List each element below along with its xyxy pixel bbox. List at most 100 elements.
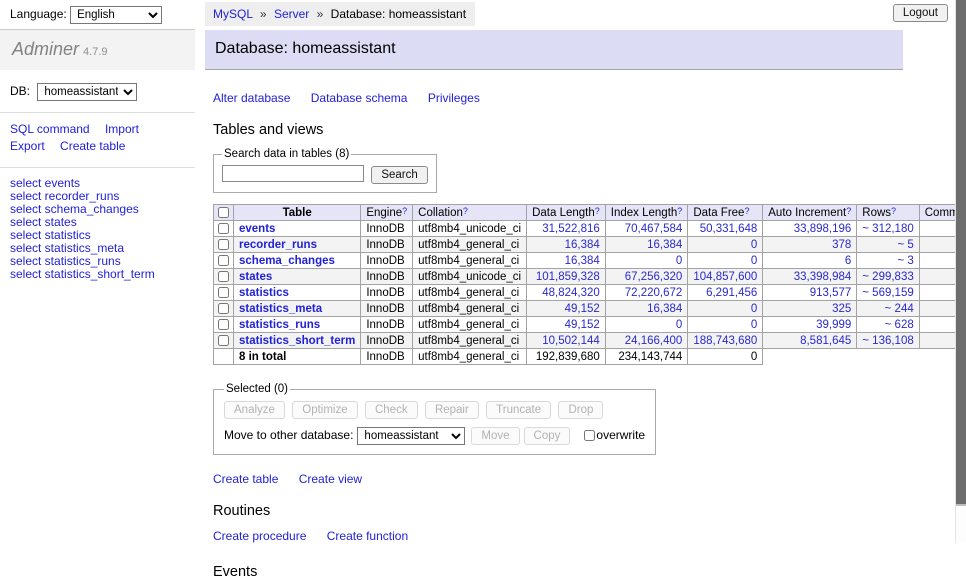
analyze-button[interactable]: Analyze (224, 401, 285, 419)
sidebar-item-select-schema-changes[interactable]: select schema_changes (10, 203, 185, 216)
data-length-help-icon[interactable]: ? (595, 206, 600, 216)
create-procedure-link[interactable]: Create procedure (213, 529, 306, 543)
sidebar-link-sql-command[interactable]: SQL command (10, 122, 90, 136)
row-checkbox[interactable] (218, 303, 229, 314)
alter-database-link[interactable]: Alter database (213, 91, 290, 105)
table-link[interactable]: states (239, 271, 272, 283)
language-select[interactable]: English (70, 6, 162, 24)
sidebar-actions: SQL command Import Export Create table (0, 113, 195, 168)
sidebar-item-select-statistics[interactable]: select statistics (10, 229, 185, 242)
sidebar-item-select-recorder-runs[interactable]: select recorder_runs (10, 190, 185, 203)
cell-collation: utf8mb4_general_ci (413, 253, 527, 269)
table-link[interactable]: schema_changes (239, 255, 335, 267)
sidebar: Language: English Adminer4.7.9 DB: homea… (0, 0, 195, 281)
cell-auto-increment: 325 (763, 301, 857, 317)
col-header-engine: Engine? (361, 205, 413, 221)
check-button[interactable]: Check (365, 401, 418, 419)
total-label: 8 in total (234, 349, 361, 365)
row-checkbox[interactable] (218, 255, 229, 266)
move-database-select[interactable]: homeassistant (357, 427, 465, 445)
language-label: Language: (10, 7, 67, 21)
rows-help-icon[interactable]: ? (891, 206, 896, 216)
row-checkbox[interactable] (218, 319, 229, 330)
selected-fieldset: Selected (0) Analyze Optimize Check Repa… (213, 383, 656, 455)
engine-help-icon[interactable]: ? (402, 206, 407, 216)
auto-increment-help-icon[interactable]: ? (846, 206, 851, 216)
collation-help-icon[interactable]: ? (463, 206, 468, 216)
total-engine: InnoDB (361, 349, 413, 365)
row-checkbox[interactable] (218, 335, 229, 346)
cell-index-length: 0 (605, 317, 688, 333)
sidebar-link-create-table[interactable]: Create table (60, 139, 125, 153)
search-input[interactable] (222, 165, 364, 182)
routine-links: Create procedure Create function (213, 529, 903, 543)
breadcrumb-server-link[interactable]: Server (274, 7, 309, 21)
table-link[interactable]: statistics_meta (239, 303, 322, 315)
cell-rows: ~ 244 (857, 301, 919, 317)
table-link[interactable]: recorder_runs (239, 239, 317, 251)
sidebar-link-export[interactable]: Export (10, 139, 45, 153)
table-link[interactable]: statistics (239, 287, 289, 299)
copy-button[interactable]: Copy (524, 427, 571, 445)
cell-collation: utf8mb4_unicode_ci (413, 269, 527, 285)
drop-button[interactable]: Drop (558, 401, 603, 419)
select-all-checkbox[interactable] (218, 207, 229, 218)
privileges-link[interactable]: Privileges (428, 91, 480, 105)
create-table-link[interactable]: Create table (213, 472, 278, 486)
col-header-table: Table (234, 205, 361, 221)
cell-data-length: 16,384 (527, 237, 606, 253)
cell-rows: ~ 136,108 (857, 333, 919, 349)
create-function-link[interactable]: Create function (327, 529, 408, 543)
table-link[interactable]: events (239, 223, 275, 235)
breadcrumb-separator: » (260, 7, 267, 21)
col-header-index-length: Index Length? (605, 205, 688, 221)
breadcrumb-current: Database: homeassistant (331, 7, 466, 21)
row-checkbox[interactable] (218, 287, 229, 298)
create-view-link[interactable]: Create view (299, 472, 362, 486)
index-length-help-icon[interactable]: ? (677, 206, 682, 216)
breadcrumb-mysql-link[interactable]: MySQL (213, 7, 253, 21)
row-checkbox[interactable] (218, 271, 229, 282)
sidebar-item-select-statistics-runs[interactable]: select statistics_runs (10, 255, 185, 268)
total-collation: utf8mb4_general_ci (413, 349, 527, 365)
move-button[interactable]: Move (471, 427, 519, 445)
cell-index-length: 0 (605, 253, 688, 269)
table-row-statistics-runs: statistics_runs InnoDB utf8mb4_general_c… (214, 317, 966, 333)
cell-index-length: 16,384 (605, 301, 688, 317)
app-name: Adminer (12, 39, 79, 59)
search-button[interactable]: Search (371, 166, 427, 184)
data-free-help-icon[interactable]: ? (744, 206, 749, 216)
breadcrumb: MySQL » Server » Database: homeassistant (205, 2, 475, 26)
database-schema-link[interactable]: Database schema (311, 91, 408, 105)
cell-auto-increment: 33,898,196 (763, 221, 857, 237)
row-checkbox[interactable] (218, 223, 229, 234)
truncate-button[interactable]: Truncate (486, 401, 551, 419)
col-header-auto-increment: Auto Increment? (763, 205, 857, 221)
selected-buttons: Analyze Optimize Check Repair Truncate D… (224, 401, 645, 419)
sidebar-link-import[interactable]: Import (105, 122, 139, 136)
sidebar-item-select-events[interactable]: select events (10, 177, 185, 190)
sidebar-item-select-statistics-short-term[interactable]: select statistics_short_term (10, 268, 185, 281)
db-select[interactable]: homeassistant (37, 83, 137, 101)
tables-overview-table: Table Engine? Collation? Data Length? In… (213, 204, 966, 365)
overwrite-checkbox[interactable] (584, 430, 595, 441)
col-header-data-free: Data Free? (688, 205, 763, 221)
scrollbar[interactable] (955, 0, 966, 543)
page-title: Database: homeassistant (205, 30, 903, 70)
optimize-button[interactable]: Optimize (292, 401, 357, 419)
selected-legend: Selected (0) (224, 383, 290, 395)
cell-data-length: 101,859,328 (527, 269, 606, 285)
cell-index-length: 24,166,400 (605, 333, 688, 349)
sidebar-item-select-states[interactable]: select states (10, 216, 185, 229)
db-label: DB: (10, 84, 30, 98)
table-link[interactable]: statistics_short_term (239, 335, 355, 347)
cell-engine: InnoDB (361, 317, 413, 333)
table-link[interactable]: statistics_runs (239, 319, 320, 331)
repair-button[interactable]: Repair (425, 401, 479, 419)
sidebar-item-select-statistics-meta[interactable]: select statistics_meta (10, 242, 185, 255)
move-label: Move to other database: (224, 428, 353, 442)
cell-rows: ~ 628 (857, 317, 919, 333)
cell-data-length: 49,152 (527, 301, 606, 317)
scrollbar-thumb[interactable] (956, 0, 966, 506)
row-checkbox[interactable] (218, 239, 229, 250)
